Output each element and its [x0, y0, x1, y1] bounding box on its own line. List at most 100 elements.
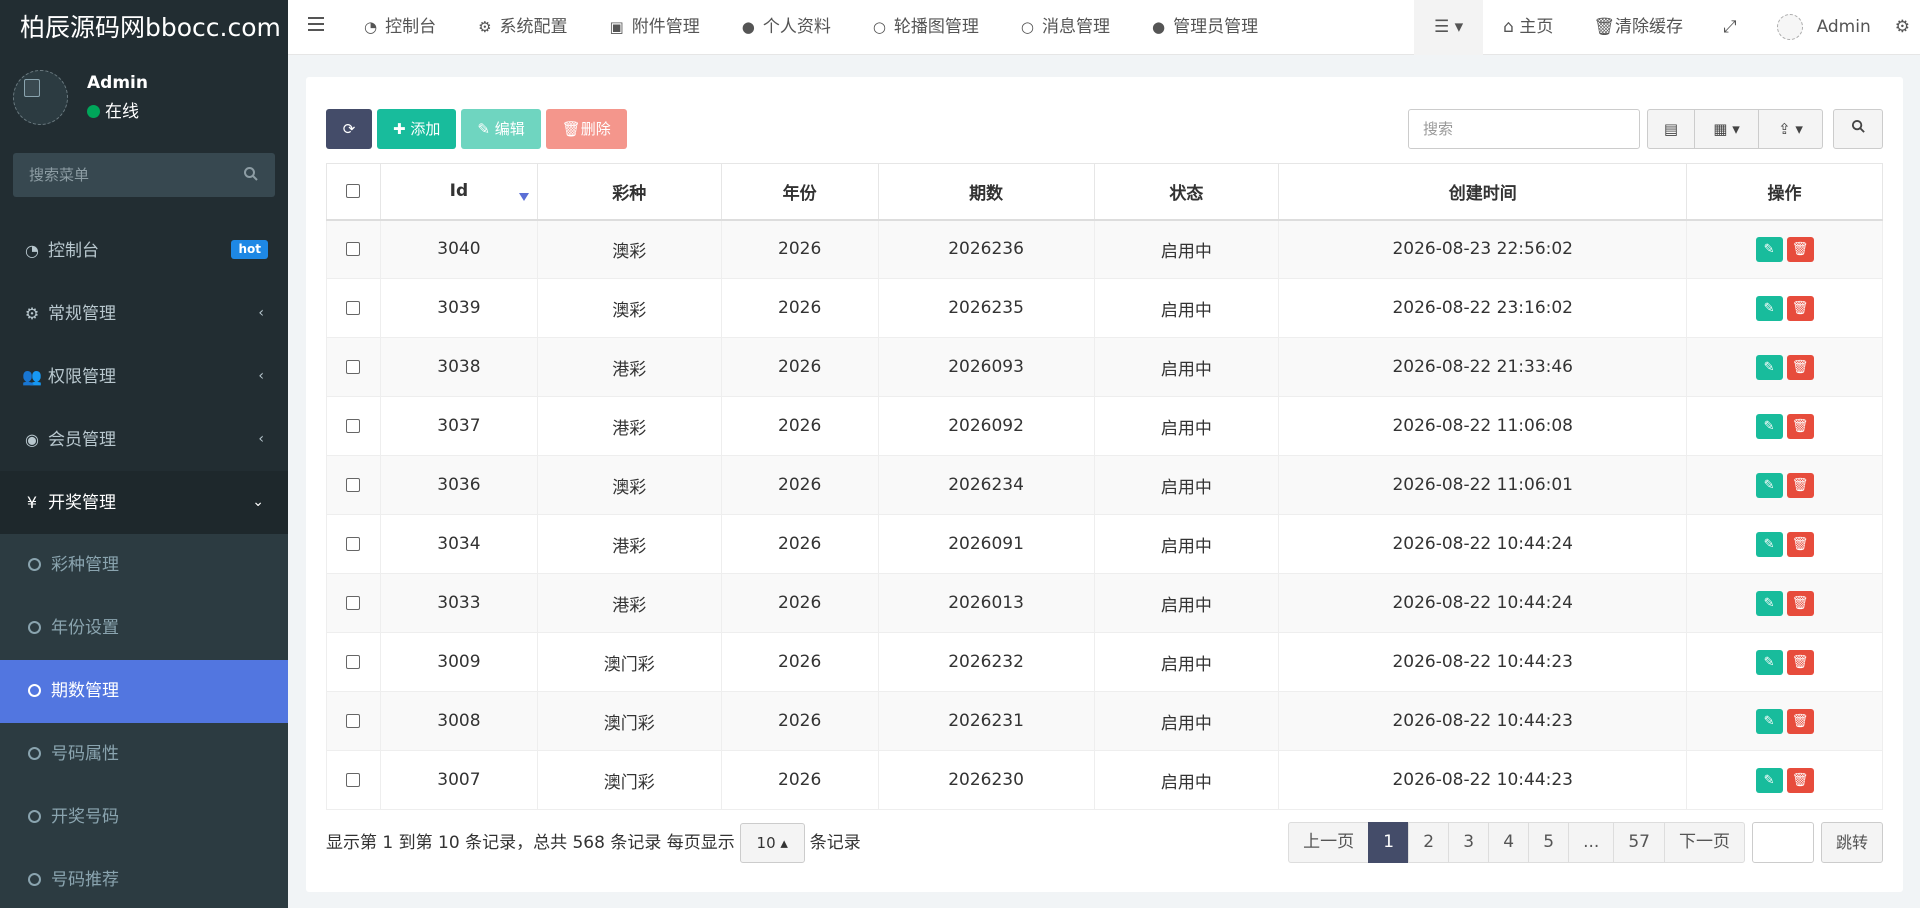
- next-page-button[interactable]: 下一页: [1663, 822, 1745, 863]
- home-link[interactable]: ⌂ 主页: [1483, 0, 1573, 55]
- tab-attachments[interactable]: ▣ 附件管理: [610, 0, 722, 55]
- cell-status[interactable]: 启用中: [1093, 455, 1280, 515]
- row-delete-button[interactable]: 🗑: [1786, 767, 1814, 793]
- row-delete-button[interactable]: 🗑: [1786, 590, 1814, 616]
- status-badge[interactable]: 启用中: [1161, 242, 1212, 262]
- sort-desc-icon[interactable]: [518, 192, 529, 201]
- row-edit-button[interactable]: ✎: [1755, 354, 1783, 380]
- row-edit-button[interactable]: ✎: [1755, 708, 1783, 734]
- page-button[interactable]: 57: [1613, 822, 1665, 863]
- refresh-button[interactable]: ⟳: [326, 109, 372, 149]
- avatar[interactable]: [13, 70, 68, 125]
- tab-system-config[interactable]: ⚙ 系统配置: [478, 0, 589, 55]
- row-checkbox[interactable]: [346, 360, 361, 374]
- tab-admins[interactable]: ● 管理员管理: [1152, 0, 1280, 55]
- row-edit-button[interactable]: ✎: [1755, 590, 1783, 616]
- row-checkbox[interactable]: [346, 714, 361, 728]
- row-delete-button[interactable]: 🗑: [1786, 236, 1814, 262]
- tab-profile[interactable]: ● 个人资料: [742, 0, 853, 55]
- row-delete-button[interactable]: 🗑: [1786, 413, 1814, 439]
- settings-button[interactable]: ⚙: [1891, 0, 1920, 55]
- delete-button[interactable]: 🗑删除: [545, 109, 627, 149]
- row-delete-button[interactable]: 🗑: [1786, 295, 1814, 321]
- table-row[interactable]: 3037 港彩 2026 2026092 启用中 2026-08-22 11:06:08 ✎…: [326, 396, 1883, 456]
- row-edit-button[interactable]: ✎: [1755, 236, 1783, 262]
- sidebar-subitem-year-settings[interactable]: 年份设置: [0, 597, 288, 660]
- cell-status[interactable]: 启用中: [1093, 396, 1280, 456]
- sidebar-item-permissions[interactable]: 👥 权限管理 ‹: [0, 345, 288, 408]
- cell-status[interactable]: 启用中: [1093, 632, 1280, 692]
- column-header-id[interactable]: Id: [379, 163, 538, 221]
- tabs-dropdown-button[interactable]: ☰ ▾: [1413, 0, 1484, 55]
- sidebar-item-lottery[interactable]: ¥ 开奖管理 ⌄: [0, 471, 288, 534]
- tab-dashboard[interactable]: ◔ 控制台: [364, 0, 458, 55]
- page-button[interactable]: 4: [1488, 822, 1530, 863]
- page-button[interactable]: 2: [1408, 822, 1450, 863]
- row-edit-button[interactable]: ✎: [1755, 767, 1783, 793]
- fullscreen-button[interactable]: ⤢: [1703, 0, 1757, 55]
- page-button[interactable]: 1: [1368, 822, 1410, 863]
- table-row[interactable]: 3039 澳彩 2026 2026235 启用中 2026-08-22 23:16:02 ✎…: [326, 278, 1883, 338]
- sidebar-subitem-recommendations[interactable]: 号码推荐: [0, 849, 288, 908]
- row-delete-button[interactable]: 🗑: [1786, 708, 1814, 734]
- sidebar-subitem-lottery-types[interactable]: 彩种管理: [0, 534, 288, 597]
- row-checkbox[interactable]: [346, 596, 361, 610]
- logo[interactable]: 柏辰源码网bbocc.com: [0, 0, 288, 55]
- table-row[interactable]: 3033 港彩 2026 2026013 启用中 2026-08-22 10:44:24 ✎…: [326, 573, 1883, 633]
- table-row[interactable]: 3008 澳门彩 2026 2026231 启用中 2026-08-22 10:44:23…: [326, 691, 1883, 751]
- row-checkbox[interactable]: [346, 242, 361, 257]
- table-row[interactable]: 3040 澳彩 2026 2026236 启用中 2026-08-23 22:56:02 ✎…: [326, 219, 1883, 279]
- status-badge[interactable]: 启用中: [1161, 714, 1212, 734]
- clear-cache-button[interactable]: 🗑清除缓存: [1573, 0, 1703, 55]
- cell-status[interactable]: 启用中: [1093, 278, 1280, 338]
- row-edit-button[interactable]: ✎: [1755, 531, 1783, 557]
- edit-button[interactable]: ✎ 编辑: [461, 109, 541, 149]
- row-edit-button[interactable]: ✎: [1755, 472, 1783, 498]
- toggle-view-button[interactable]: ▤: [1647, 109, 1695, 149]
- menu-search-input[interactable]: [13, 153, 275, 197]
- status-badge[interactable]: 启用中: [1161, 301, 1212, 321]
- sidebar-subitem-draw-numbers[interactable]: 开奖号码: [0, 786, 288, 849]
- sidebar-subitem-periods[interactable]: 期数管理: [0, 660, 288, 723]
- tab-messages[interactable]: ○ 消息管理: [1021, 0, 1132, 55]
- status-badge[interactable]: 启用中: [1161, 478, 1212, 498]
- advanced-search-button[interactable]: [1833, 109, 1883, 149]
- add-button[interactable]: ✚ 添加: [377, 109, 457, 149]
- row-delete-button[interactable]: 🗑: [1786, 354, 1814, 380]
- jump-page-input[interactable]: [1751, 822, 1814, 863]
- page-size-select[interactable]: 10 ▴: [739, 823, 805, 863]
- sidebar-item-general[interactable]: ⚙ 常规管理 ‹: [0, 282, 288, 345]
- cell-status[interactable]: 启用中: [1093, 514, 1280, 574]
- row-edit-button[interactable]: ✎: [1755, 413, 1783, 439]
- row-edit-button[interactable]: ✎: [1755, 295, 1783, 321]
- table-row[interactable]: 3036 澳彩 2026 2026234 启用中 2026-08-22 11:06:01 ✎…: [326, 455, 1883, 515]
- table-row[interactable]: 3038 港彩 2026 2026093 启用中 2026-08-22 21:33:46 ✎…: [326, 337, 1883, 397]
- tab-carousel[interactable]: ○ 轮播图管理: [873, 0, 1001, 55]
- table-row[interactable]: 3007 澳门彩 2026 2026230 启用中 2026-08-22 10:44:23…: [326, 750, 1883, 810]
- status-badge[interactable]: 启用中: [1161, 596, 1212, 616]
- cell-status[interactable]: 启用中: [1093, 573, 1280, 633]
- sidebar-item-dashboard[interactable]: ◔ 控制台 hot: [0, 219, 288, 282]
- status-badge[interactable]: 启用中: [1161, 537, 1212, 557]
- row-checkbox[interactable]: [346, 773, 361, 787]
- row-checkbox[interactable]: [346, 478, 361, 492]
- search-icon[interactable]: [243, 166, 259, 187]
- row-checkbox[interactable]: [346, 301, 361, 315]
- status-badge[interactable]: 启用中: [1161, 773, 1212, 793]
- prev-page-button[interactable]: 上一页: [1288, 822, 1370, 863]
- admin-menu[interactable]: Admin: [1757, 0, 1891, 55]
- cell-status[interactable]: 启用中: [1093, 691, 1280, 751]
- row-edit-button[interactable]: ✎: [1755, 649, 1783, 675]
- table-row[interactable]: 3009 澳门彩 2026 2026232 启用中 2026-08-22 10:44:23…: [326, 632, 1883, 692]
- menu-toggle-icon[interactable]: [308, 17, 324, 35]
- table-search-input[interactable]: [1408, 109, 1640, 149]
- row-checkbox[interactable]: [346, 537, 361, 551]
- status-badge[interactable]: 启用中: [1161, 655, 1212, 675]
- select-all-checkbox[interactable]: [346, 184, 361, 199]
- cell-status[interactable]: 启用中: [1093, 337, 1280, 397]
- page-button[interactable]: 5: [1528, 822, 1570, 863]
- cell-status[interactable]: 启用中: [1093, 750, 1280, 810]
- sidebar-item-members[interactable]: ◉ 会员管理 ‹: [0, 408, 288, 471]
- export-button[interactable]: ⇪ ▾: [1759, 109, 1823, 149]
- row-delete-button[interactable]: 🗑: [1786, 649, 1814, 675]
